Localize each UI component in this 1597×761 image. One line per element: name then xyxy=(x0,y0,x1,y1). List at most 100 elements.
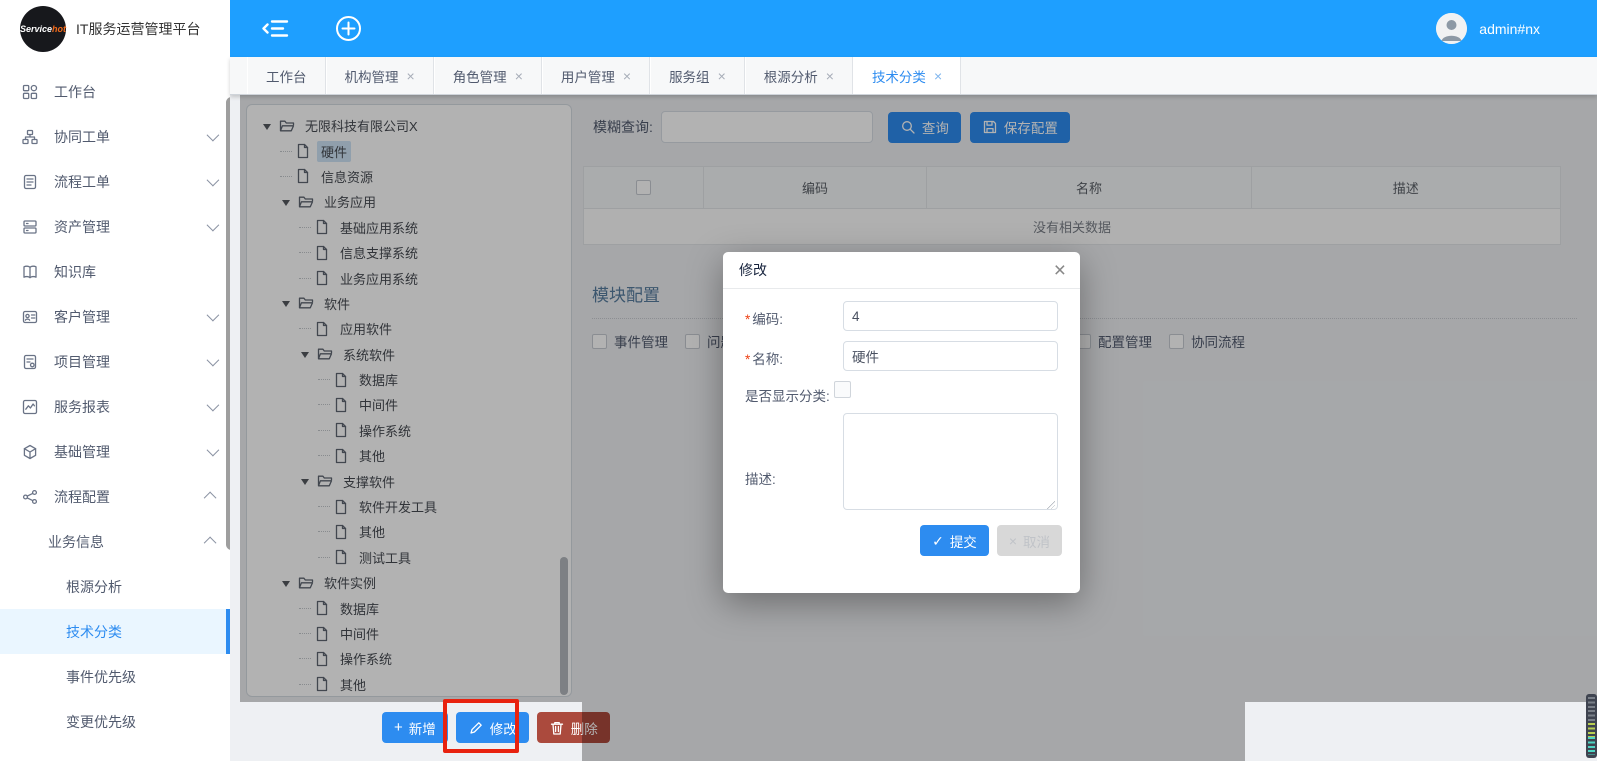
project-icon xyxy=(22,353,40,371)
user-area[interactable]: admin#nx xyxy=(1436,13,1540,44)
doclist-icon xyxy=(22,173,40,191)
sidebar-item-label: 流程工单 xyxy=(54,172,110,192)
org-icon xyxy=(22,128,40,146)
idcard-icon xyxy=(22,308,40,326)
sidebar-item-根源分析[interactable]: 根源分析 xyxy=(0,564,230,609)
tab-close-icon[interactable]: × xyxy=(934,69,942,83)
sidebar-item-label: 业务信息 xyxy=(48,532,104,552)
sidebar-item-label: 知识库 xyxy=(54,262,96,282)
server-icon xyxy=(22,218,40,236)
tab-角色管理[interactable]: 角色管理× xyxy=(434,57,542,94)
share-icon xyxy=(22,488,40,506)
description-label: 描述: xyxy=(745,413,843,488)
tab-根源分析[interactable]: 根源分析 × xyxy=(745,57,853,94)
logo-area: Servicehot IT服务运营管理平台 xyxy=(0,0,230,57)
avatar[interactable] xyxy=(1436,13,1467,44)
description-textarea[interactable] xyxy=(843,413,1058,510)
close-icon: × xyxy=(1009,534,1017,548)
sidebar-item-label: 技术分类 xyxy=(66,622,122,642)
indicator-cyan-stripes xyxy=(1588,737,1595,755)
chevron-down-icon xyxy=(207,354,220,367)
servicehot-logo: Servicehot xyxy=(20,6,66,52)
show-category-checkbox[interactable] xyxy=(834,381,851,398)
description-field-row: 描述: xyxy=(745,413,1058,515)
sidebar-item-流程配置[interactable]: 流程配置 xyxy=(0,474,230,519)
tab-close-icon[interactable]: × xyxy=(718,69,726,83)
sidebar-item-label: 根源分析 xyxy=(66,577,122,597)
sidebar-item-协同工单[interactable]: 协同工单 xyxy=(0,114,230,159)
edit-modal: 修改 × *编码: *名称: 是否显示分类: xyxy=(723,252,1080,593)
app-title: IT服务运营管理平台 xyxy=(76,19,200,39)
indicator-gray-stripes xyxy=(1588,697,1595,723)
cancel-button[interactable]: × 取消 xyxy=(997,525,1062,556)
indicator-green-stripes xyxy=(1588,723,1595,737)
sidebar-item-技术分类[interactable]: 技术分类 xyxy=(0,609,230,654)
tab-label: 技术分类 xyxy=(872,66,926,86)
show-category-label: 是否显示分类: xyxy=(745,378,830,405)
content-area: 无限科技有限公司X硬件信息资源业务应用基础应用系统信息支撑系统业务应用系统软件应… xyxy=(230,95,1597,761)
required-mark: * xyxy=(745,312,750,327)
tab-label: 服务组 xyxy=(669,66,710,86)
sidebar-nav: 工作台协同工单流程工单资产管理知识库客户管理项目管理服务报表基础管理流程配置业务… xyxy=(0,57,230,761)
tab-label: 用户管理 xyxy=(561,66,615,86)
sidebar-item-label: 客户管理 xyxy=(54,307,110,327)
sidebar-item-变更优先级[interactable]: 变更优先级 xyxy=(0,699,230,744)
sidebar-item-流程工单[interactable]: 流程工单 xyxy=(0,159,230,204)
chevron-down-icon xyxy=(207,399,220,412)
chevron-down-icon xyxy=(207,219,220,232)
sidebar-item-知识库[interactable]: 知识库 xyxy=(0,249,230,294)
新增-button[interactable]: +新增 xyxy=(382,712,448,743)
code-label: *编码: xyxy=(745,301,843,328)
top-bar-blue: admin#nx xyxy=(230,0,1597,57)
sidebar-item-label: 项目管理 xyxy=(54,352,110,372)
tab-工作台[interactable]: 工作台 xyxy=(247,57,326,94)
tab-bar: 工作台机构管理×角色管理× 用户管理 × 服务组 × 根源分析 × 技术分类 × xyxy=(230,57,1597,95)
chart-icon xyxy=(22,398,40,416)
tab-服务组[interactable]: 服务组 × xyxy=(650,57,745,94)
tab-label: 工作台 xyxy=(266,66,307,86)
sidebar-item-工作台[interactable]: 工作台 xyxy=(0,69,230,114)
sidebar-item-label: 资产管理 xyxy=(54,217,110,237)
modal-title: 修改 xyxy=(739,260,767,280)
code-input[interactable] xyxy=(843,301,1058,331)
tab-close-icon[interactable]: × xyxy=(623,69,631,83)
tab-技术分类[interactable]: 技术分类 × xyxy=(853,57,961,94)
grid-icon xyxy=(22,83,40,101)
tab-label: 根源分析 xyxy=(764,66,818,86)
chevron-up-icon xyxy=(204,537,217,550)
button-label: 新增 xyxy=(409,718,436,738)
chevron-down-icon xyxy=(207,129,220,142)
tab-机构管理[interactable]: 机构管理× xyxy=(326,57,434,94)
required-mark: * xyxy=(745,352,750,367)
sidebar-item-业务信息[interactable]: 业务信息 xyxy=(0,519,230,564)
tab-用户管理[interactable]: 用户管理 × xyxy=(542,57,650,94)
sidebar-item-label: 协同工单 xyxy=(54,127,110,147)
submit-button[interactable]: ✓ 提交 xyxy=(920,525,989,556)
sidebar-item-事件优先级[interactable]: 事件优先级 xyxy=(0,654,230,699)
modal-backdrop-lower xyxy=(582,702,1245,761)
trash-icon xyxy=(549,720,565,736)
sidebar-item-资产管理[interactable]: 资产管理 xyxy=(0,204,230,249)
sidebar-item-服务报表[interactable]: 服务报表 xyxy=(0,384,230,429)
sidebar-item-label: 流程配置 xyxy=(54,487,110,507)
sidebar-item-label: 工作台 xyxy=(54,82,96,102)
sidebar-item-label: 基础管理 xyxy=(54,442,110,462)
close-icon[interactable]: × xyxy=(1054,260,1066,281)
sidebar-item-基础管理[interactable]: 基础管理 xyxy=(0,429,230,474)
book-icon xyxy=(22,263,40,281)
tab-close-icon[interactable]: × xyxy=(515,69,523,83)
sidebar-item-客户管理[interactable]: 客户管理 xyxy=(0,294,230,339)
collapse-menu-icon[interactable] xyxy=(262,17,289,40)
top-bar: Servicehot IT服务运营管理平台 admin#nx xyxy=(0,0,1597,57)
chevron-down-icon xyxy=(207,174,220,187)
tab-close-icon[interactable]: × xyxy=(826,69,834,83)
add-tab-icon[interactable] xyxy=(335,15,362,42)
sidebar-item-项目管理[interactable]: 项目管理 xyxy=(0,339,230,384)
name-input[interactable] xyxy=(843,341,1058,371)
resize-grip-icon[interactable] xyxy=(1047,501,1055,509)
username: admin#nx xyxy=(1479,21,1540,37)
sidebar-item-label: 服务报表 xyxy=(54,397,110,417)
chevron-down-icon xyxy=(207,309,220,322)
tab-close-icon[interactable]: × xyxy=(407,69,415,83)
description-textarea-wrap xyxy=(843,413,1058,515)
